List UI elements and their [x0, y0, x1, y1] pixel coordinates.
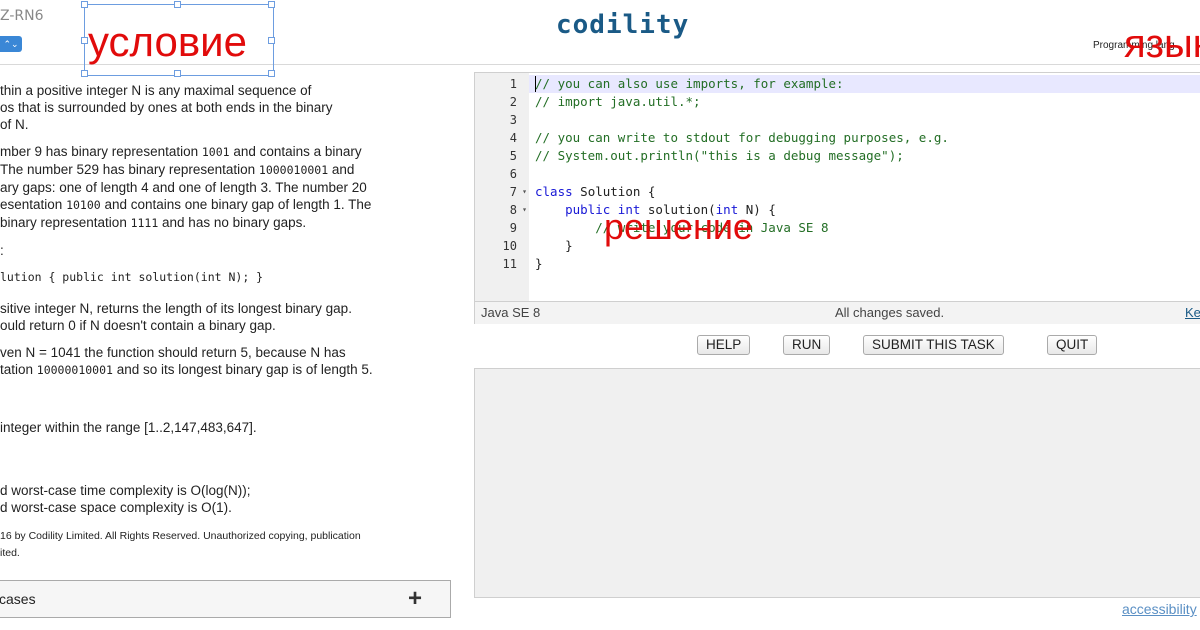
- task-id: Z-RN6: [0, 8, 44, 24]
- line-number: 10: [475, 237, 529, 255]
- fold-arrow-icon[interactable]: ▾: [522, 201, 527, 219]
- line-number-text: 8: [509, 203, 517, 217]
- desc-text: mber 9 has binary representation: [0, 144, 202, 159]
- desc-code: 10000010001: [36, 363, 113, 377]
- code-editor[interactable]: 1 2 3 4 5 6 7 ▾ 8 ▾ 9 10 11// you can also use impor…: [474, 72, 1200, 324]
- code-line[interactable]: // import java.util.*;: [535, 93, 701, 111]
- editor-status-bar: Java SE 8 All changes saved. Ke: [475, 301, 1200, 324]
- resize-handle[interactable]: [174, 1, 181, 8]
- line-number-text: 11: [502, 257, 517, 271]
- resize-handle[interactable]: [174, 70, 181, 77]
- resize-handle[interactable]: [268, 37, 275, 44]
- line-number-text: 3: [509, 113, 517, 127]
- resize-handle[interactable]: [81, 70, 88, 77]
- line-number-text: 10: [502, 239, 517, 253]
- help-button[interactable]: HELP: [697, 335, 751, 355]
- keyboard-shortcuts-link[interactable]: Ke: [1185, 302, 1200, 324]
- line-number: 6: [475, 165, 529, 183]
- quit-button[interactable]: QUIT: [1047, 335, 1098, 355]
- code-line[interactable]: class Solution {: [535, 183, 655, 201]
- codility-logo: codility: [556, 10, 690, 40]
- submit-task-button[interactable]: SUBMIT THIS TASK: [863, 335, 1004, 355]
- task-description: thin a positive integer N is any maximal…: [0, 82, 450, 572]
- desc-paragraph: ven N = 1041 the function should return …: [0, 344, 450, 379]
- output-console: [474, 368, 1200, 598]
- line-number-text: 9: [509, 221, 517, 235]
- line-number-text: 4: [509, 131, 517, 145]
- line-number-text: 1: [509, 77, 517, 91]
- code-line[interactable]: }: [535, 237, 573, 255]
- desc-paragraph: integer within the range [1..2,147,483,6…: [0, 420, 257, 435]
- line-number: 8 ▾: [475, 201, 529, 219]
- plus-icon[interactable]: +: [408, 581, 422, 617]
- desc-paragraph: :: [0, 243, 4, 258]
- line-number: 1: [475, 75, 529, 93]
- run-button[interactable]: RUN: [783, 335, 831, 355]
- code-line[interactable]: // you can also use imports, for example…: [535, 75, 844, 93]
- line-number: 7 ▾: [475, 183, 529, 201]
- line-number-text: 6: [509, 167, 517, 181]
- line-number-text: 7: [509, 185, 517, 199]
- desc-text: and has no binary gaps.: [158, 215, 307, 230]
- resize-handle[interactable]: [81, 37, 88, 44]
- line-number: 5: [475, 147, 529, 165]
- line-number-text: 2: [509, 95, 517, 109]
- desc-code: 1111: [130, 216, 159, 230]
- desc-paragraph: sitive integer N, returns the length of …: [0, 301, 352, 333]
- test-cases-panel[interactable]: cases +: [0, 580, 451, 618]
- desc-paragraph: mber 9 has binary representation 1001 an…: [0, 143, 450, 232]
- code-line[interactable]: // System.out.println("this is a debug m…: [535, 147, 904, 165]
- line-number: 4: [475, 129, 529, 147]
- desc-paragraph: d worst-case time complexity is O(log(N)…: [0, 483, 251, 515]
- desc-code: 1001: [201, 145, 230, 159]
- desc-code: 1000010001: [258, 163, 329, 177]
- line-number: 11: [475, 255, 529, 273]
- function-signature: lution { public int solution(int N); }: [0, 270, 264, 284]
- language-select-arrows-icon[interactable]: ⌃⌄: [0, 36, 22, 52]
- status-language: Java SE 8: [481, 305, 541, 320]
- annotation-condition: условие: [88, 18, 247, 65]
- fold-arrow-icon[interactable]: ▾: [522, 183, 527, 201]
- resize-handle[interactable]: [268, 70, 275, 77]
- line-number: 3: [475, 111, 529, 129]
- line-number: 9: [475, 219, 529, 237]
- desc-paragraph: thin a positive integer N is any maximal…: [0, 83, 333, 132]
- test-cases-label: cases: [0, 591, 36, 607]
- desc-text: and so its longest binary gap is of leng…: [112, 362, 373, 377]
- copyright-notice: 16 by Codility Limited. All Rights Reser…: [0, 530, 361, 559]
- line-number: 2: [475, 93, 529, 111]
- code-line[interactable]: }: [535, 255, 543, 273]
- resize-handle[interactable]: [268, 1, 275, 8]
- text-cursor: [535, 76, 536, 92]
- annotation-language: язык: [1124, 22, 1200, 66]
- status-message: All changes saved.: [835, 305, 945, 320]
- accessibility-link[interactable]: accessibility: [1122, 601, 1197, 617]
- line-number-text: 5: [509, 149, 517, 163]
- resize-handle[interactable]: [81, 1, 88, 8]
- desc-code: 10100: [66, 198, 101, 212]
- code-line[interactable]: // you can write to stdout for debugging…: [535, 129, 949, 147]
- annotation-solution: решение: [604, 206, 753, 247]
